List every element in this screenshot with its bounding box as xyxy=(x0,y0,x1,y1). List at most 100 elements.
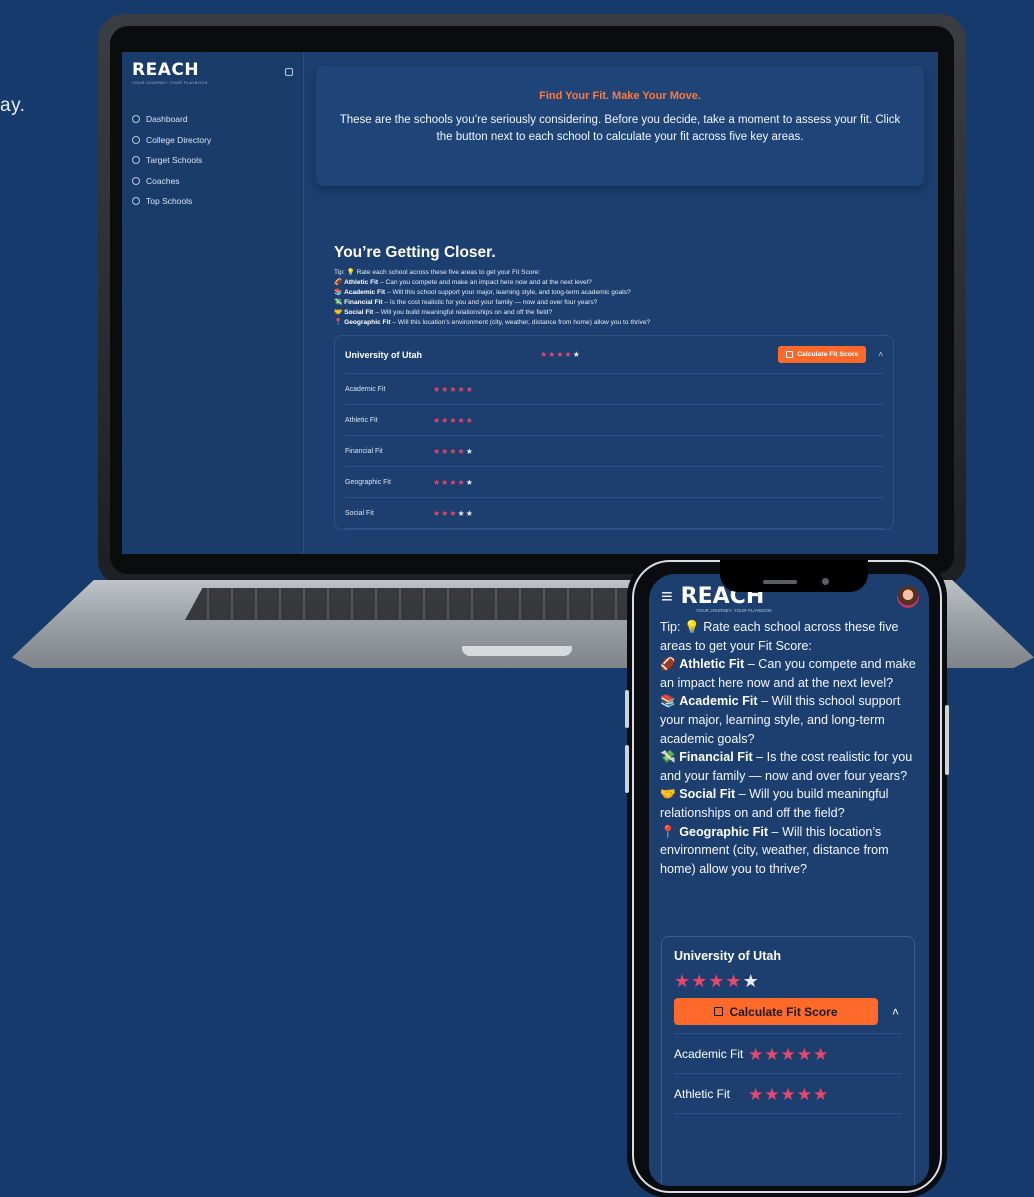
hero-text: These are the schools you’re seriously c… xyxy=(339,114,901,143)
sidebar-item-target-schools[interactable]: Target Schools xyxy=(132,150,293,171)
tip-label: Athletic Fit xyxy=(344,279,379,286)
star-filled-icon: ★ xyxy=(433,508,442,518)
tips-list: Tip: 💡 Rate each school across these fiv… xyxy=(334,268,924,328)
fit-row: Athletic Fit ★★★★★ xyxy=(345,405,883,436)
phone-side-button xyxy=(945,705,949,775)
star-empty-icon: ★ xyxy=(572,350,581,359)
target-icon xyxy=(132,156,140,165)
logo: REACH xyxy=(132,60,200,80)
phone-speaker xyxy=(763,580,797,584)
tip-intro: Tip: 💡 Rate each school across these fiv… xyxy=(334,269,541,276)
star-empty-icon: ★ xyxy=(465,508,474,518)
sidebar-nav: Dashboard College Directory Target Schools… xyxy=(132,109,293,212)
main-content: Find Your Fit. Make Your Move. These are… xyxy=(304,52,938,554)
tip-line: 💸 Financial Fit – Is the cost realistic … xyxy=(334,298,924,308)
star-filled-icon: ★ xyxy=(457,446,466,456)
tip-text: – Can you compete and make an impact her… xyxy=(378,279,592,286)
star-filled-icon: ★ xyxy=(433,446,442,456)
fit-label: Academic Fit xyxy=(345,385,386,393)
tip-text: – Will you build meaningful relationship… xyxy=(373,309,553,316)
phone-side-button xyxy=(625,690,629,728)
sidebar-item-label: Top Schools xyxy=(146,196,193,207)
phone-camera xyxy=(822,578,829,585)
phone-frame xyxy=(632,560,942,1193)
sidebar: REACH YOUR JOURNEY. YOUR PLAYBOOK Dashbo… xyxy=(122,52,304,554)
sidebar-item-label: College Directory xyxy=(146,134,212,145)
sidebar-collapse-icon[interactable] xyxy=(285,68,293,76)
fit-label: Geographic Fit xyxy=(345,478,391,486)
sidebar-item-label: Coaches xyxy=(146,175,180,186)
star-filled-icon: ★ xyxy=(465,384,474,394)
users-icon xyxy=(132,176,140,185)
fit-label: Financial Fit xyxy=(345,447,383,455)
phone-notch xyxy=(720,560,868,592)
section-title: You’re Getting Closer. xyxy=(334,244,496,261)
background-text-fragment: ay. xyxy=(0,95,26,116)
star-filled-icon: ★ xyxy=(449,446,458,456)
tip-emoji-icon: 🤝 xyxy=(334,309,343,316)
star-filled-icon: ★ xyxy=(449,508,458,518)
calculate-fit-score-label: Calculate Fit Score xyxy=(797,351,859,358)
sidebar-item-label: Target Schools xyxy=(146,155,203,166)
tip-text: – Will this school support your major, l… xyxy=(385,289,631,296)
building-icon xyxy=(132,135,140,144)
tip-line: 📍 Geographic Fit – Will this location’s … xyxy=(334,318,924,328)
calculator-icon xyxy=(786,351,794,358)
laptop-screen: REACH YOUR JOURNEY. YOUR PLAYBOOK Dashbo… xyxy=(122,52,938,554)
fit-rating-stars: ★★★★★ xyxy=(433,416,474,425)
chevron-up-icon[interactable]: ˄ xyxy=(878,350,883,359)
logo-tagline: YOUR JOURNEY. YOUR PLAYBOOK xyxy=(132,80,208,85)
school-header[interactable]: University of Utah ★★★★★ Calculate Fit S… xyxy=(345,336,883,374)
sidebar-item-dashboard[interactable]: Dashboard xyxy=(132,109,293,130)
star-filled-icon: ★ xyxy=(457,384,466,394)
star-filled-icon: ★ xyxy=(540,350,549,359)
fit-rating-stars: ★★★★★ xyxy=(433,478,474,487)
tip-emoji-icon: 🏈 xyxy=(334,279,343,286)
tip-emoji-icon: 📚 xyxy=(334,289,343,296)
star-filled-icon: ★ xyxy=(449,477,458,487)
sidebar-item-college-directory[interactable]: College Directory xyxy=(132,130,293,151)
tip-line: 🤝 Social Fit – Will you build meaningful… xyxy=(334,308,924,318)
calculate-fit-score-button[interactable]: Calculate Fit Score xyxy=(778,346,867,363)
brand[interactable]: REACH YOUR JOURNEY. YOUR PLAYBOOK xyxy=(132,60,208,86)
hero-title: Find Your Fit. Make Your Move. xyxy=(539,90,701,102)
tip-emoji-icon: 💸 xyxy=(334,299,343,306)
phone-side-button xyxy=(625,745,629,793)
tip-text: – Will this location’s environment (city… xyxy=(390,319,651,326)
tip-line: 📚 Academic Fit – Will this school suppor… xyxy=(334,288,924,298)
star-filled-icon: ★ xyxy=(564,350,573,359)
fit-label: Social Fit xyxy=(345,509,374,517)
star-filled-icon: ★ xyxy=(433,477,442,487)
fit-rating-stars: ★★★★★ xyxy=(433,385,474,394)
star-filled-icon: ★ xyxy=(433,415,442,425)
fit-row: Social Fit ★★★★★ xyxy=(345,498,883,529)
school-rating-stars: ★★★★★ xyxy=(540,350,778,359)
fit-rating-stars: ★★★★★ xyxy=(433,447,474,456)
star-empty-icon: ★ xyxy=(457,508,466,518)
tip-emoji-icon: 📍 xyxy=(334,319,343,326)
school-card: University of Utah ★★★★★ Calculate Fit S… xyxy=(334,335,894,530)
star-filled-icon: ★ xyxy=(449,384,458,394)
tip-line: 🏈 Athletic Fit – Can you compete and mak… xyxy=(334,278,924,288)
fit-row: Geographic Fit ★★★★★ xyxy=(345,467,883,498)
tip-label: Academic Fit xyxy=(344,289,386,296)
star-empty-icon: ★ xyxy=(465,477,474,487)
star-empty-icon: ★ xyxy=(465,446,474,456)
tip-text: – Is the cost realistic for you and your… xyxy=(382,299,598,306)
star-filled-icon: ★ xyxy=(433,384,442,394)
fit-row: Academic Fit ★★★★★ xyxy=(345,374,883,405)
tip-label: Geographic Fit xyxy=(344,319,391,326)
sidebar-item-top-schools[interactable]: Top Schools xyxy=(132,191,293,212)
sidebar-item-label: Dashboard xyxy=(146,114,188,125)
tip-label: Financial Fit xyxy=(344,299,383,306)
laptop-notch xyxy=(462,646,572,656)
fit-row: Financial Fit ★★★★★ xyxy=(345,436,883,467)
star-filled-icon: ★ xyxy=(457,415,466,425)
sidebar-item-coaches[interactable]: Coaches xyxy=(132,171,293,192)
star-filled-icon: ★ xyxy=(556,350,565,359)
school-name: University of Utah xyxy=(345,349,423,360)
star-icon xyxy=(132,197,140,206)
tip-label: Social Fit xyxy=(344,309,374,316)
fit-label: Athletic Fit xyxy=(345,416,378,424)
star-filled-icon: ★ xyxy=(457,477,466,487)
